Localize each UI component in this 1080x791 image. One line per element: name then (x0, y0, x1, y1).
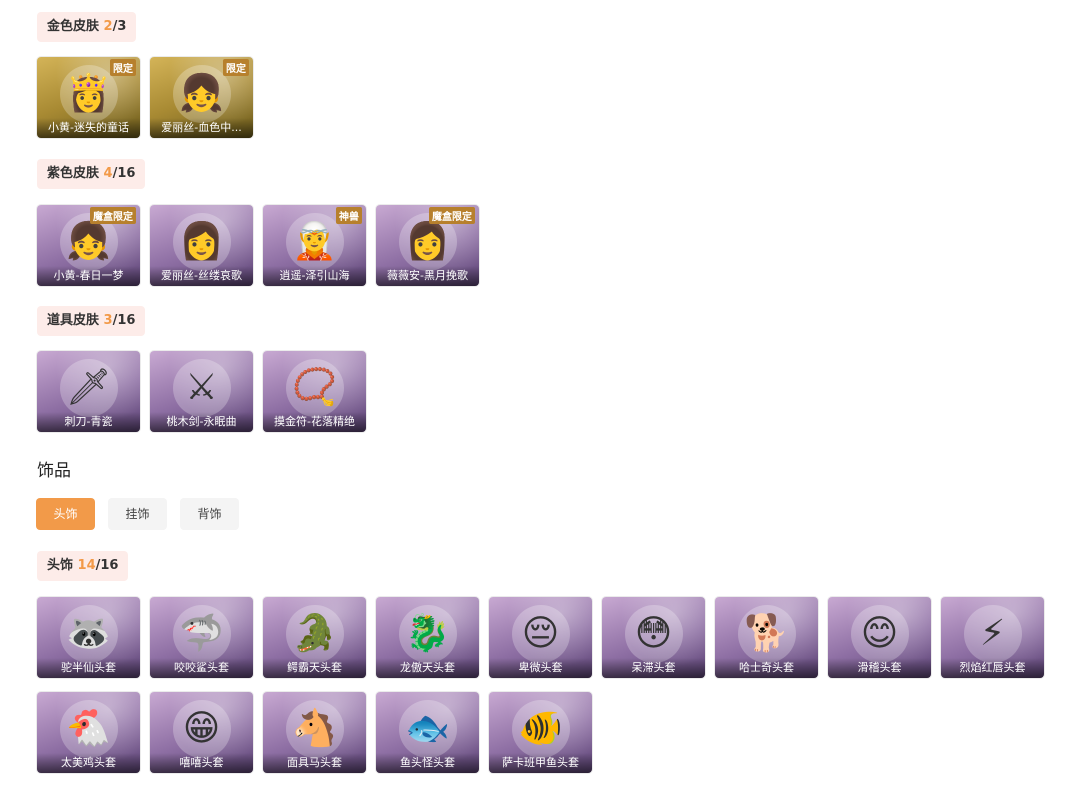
fish-head-mask-icon: 🐟 (398, 700, 457, 758)
gold-skins-grid: 👸 限定 小黄-迷失的童话 👧 限定 爱丽丝-血色中... (37, 57, 253, 138)
limited-tag: 限定 (110, 59, 136, 76)
item-name: 龙傲天头套 (376, 658, 479, 678)
husky-mask-icon: 🐕 (737, 605, 796, 663)
item-name: 哈士奇头套 (715, 658, 818, 678)
item-skin-card[interactable]: 📿 摸金符-花落精绝 (263, 351, 366, 432)
head-item-card[interactable]: 🐴 面具马头套 (263, 692, 366, 773)
item-skin-card[interactable]: ⚔ 桃木剑-永眠曲 (150, 351, 253, 432)
skin-name: 爱丽丝-血色中... (150, 118, 253, 138)
dragon-mask-icon: 🐉 (398, 605, 457, 663)
head-item-card[interactable]: 🐊 鳄霸天头套 (263, 597, 366, 678)
skin-name: 小黄-春日一梦 (37, 266, 140, 286)
head-item-card[interactable]: 😳 呆滞头套 (602, 597, 705, 678)
amulet-icon: 📿 (285, 359, 344, 417)
funny-face-mask-icon: 😊 (850, 605, 909, 663)
skin-name: 桃木剑-永眠曲 (150, 412, 253, 432)
item-skins-total: /16 (112, 313, 136, 328)
head-item-card[interactable]: 🦈 咬咬鲨头套 (150, 597, 253, 678)
gold-skin-card[interactable]: 👸 限定 小黄-迷失的童话 (37, 57, 140, 138)
dark-hair-girl-icon: 👩 (172, 213, 231, 271)
head-item-card[interactable]: 🐉 龙傲天头套 (376, 597, 479, 678)
purple-skins-total: /16 (112, 166, 136, 181)
gold-skin-card[interactable]: 👧 限定 爱丽丝-血色中... (150, 57, 253, 138)
purple-skins-header: 紫色皮肤 4/16 (37, 159, 146, 189)
box-limited-tag: 魔盒限定 (90, 207, 136, 224)
dagger-icon: 🗡 (59, 359, 118, 417)
skin-name: 摸金符-花落精绝 (263, 412, 366, 432)
raccoon-mask-icon: 🦝 (59, 605, 118, 663)
head-item-card[interactable]: 🐠 萨卡班甲鱼头套 (489, 692, 592, 773)
head-item-card[interactable]: 🦝 驼半仙头套 (37, 597, 140, 678)
sad-face-mask-icon: 😔 (511, 605, 570, 663)
head-items-header: 头饰 14/16 (37, 551, 129, 581)
item-name: 鱼头怪头套 (376, 753, 479, 773)
crocodile-mask-icon: 🐊 (285, 605, 344, 663)
purple-skins-grid: 👧 魔盒限定 小黄-春日一梦 👩 爱丽丝-丝缕哀歌 🧝 神兽 逍遥-泽引山海 👩… (37, 205, 479, 286)
accessories-title: 饰品 (37, 461, 71, 481)
head-item-card[interactable]: 🐔 太美鸡头套 (37, 692, 140, 773)
item-skins-owned: 3 (103, 313, 113, 328)
princess-pink-hair-icon: 👸 (59, 65, 118, 123)
sword-icon: ⚔ (172, 359, 231, 417)
head-item-card[interactable]: 😁 嘻嘻头套 (150, 692, 253, 773)
head-item-card[interactable]: ⚡ 烈焰红唇头套 (941, 597, 1044, 678)
horse-mask-icon: 🐴 (285, 700, 344, 758)
shark-mask-icon: 🦈 (172, 605, 231, 663)
head-item-card[interactable]: 😊 滑稽头套 (828, 597, 931, 678)
head-item-card[interactable]: 🐟 鱼头怪头套 (376, 692, 479, 773)
skin-name: 爱丽丝-丝缕哀歌 (150, 266, 253, 286)
purple-skin-card[interactable]: 👩 爱丽丝-丝缕哀歌 (150, 205, 253, 286)
purple-skins-owned: 4 (103, 166, 113, 181)
gold-skins-owned: 2 (103, 19, 113, 34)
item-name: 鳄霸天头套 (263, 658, 366, 678)
skin-name: 刺刀-青瓷 (37, 412, 140, 432)
gold-skins-title: 金色皮肤 (47, 19, 100, 34)
item-skins-title: 道具皮肤 (47, 313, 100, 328)
item-name: 太美鸡头套 (37, 753, 140, 773)
purple-skins-title: 紫色皮肤 (47, 166, 100, 181)
head-item-card[interactable]: 🐕 哈士奇头套 (715, 597, 818, 678)
pikachu-mask-icon: ⚡ (963, 605, 1022, 663)
tab-hanging[interactable]: 挂饰 (108, 498, 167, 530)
purple-skin-card[interactable]: 👧 魔盒限定 小黄-春日一梦 (37, 205, 140, 286)
item-skin-card[interactable]: 🗡 刺刀-青瓷 (37, 351, 140, 432)
gold-skins-header: 金色皮肤 2/3 (37, 12, 137, 42)
skin-name: 小黄-迷失的童话 (37, 118, 140, 138)
item-name: 嘻嘻头套 (150, 753, 253, 773)
item-name: 咬咬鲨头套 (150, 658, 253, 678)
item-name: 呆滞头套 (602, 658, 705, 678)
alice-red-crown-icon: 👧 (172, 65, 231, 123)
head-items-title: 头饰 (47, 558, 74, 573)
sacabambaspis-mask-icon: 🐠 (511, 700, 570, 758)
item-name: 面具马头套 (263, 753, 366, 773)
head-items-total: /16 (95, 558, 119, 573)
head-items-owned: 14 (77, 558, 96, 573)
item-name: 滑稽头套 (828, 658, 931, 678)
item-name: 驼半仙头套 (37, 658, 140, 678)
gold-skins-total: /3 (112, 19, 127, 34)
chicken-mask-icon: 🐔 (59, 700, 118, 758)
item-skins-grid: 🗡 刺刀-青瓷 ⚔ 桃木剑-永眠曲 📿 摸金符-花落精绝 (37, 351, 366, 432)
item-name: 烈焰红唇头套 (941, 658, 1044, 678)
silver-hair-boy-icon: 🧝 (285, 213, 344, 271)
item-name: 卑微头套 (489, 658, 592, 678)
head-items-grid: 🦝 驼半仙头套 🦈 咬咬鲨头套 🐊 鳄霸天头套 🐉 龙傲天头套 😔 卑微头套 😳 呆滞头套 … (37, 597, 1047, 773)
limited-tag: 限定 (223, 59, 249, 76)
dazed-face-mask-icon: 😳 (624, 605, 683, 663)
tab-back[interactable]: 背饰 (180, 498, 239, 530)
skin-name: 薇薇安-黑月挽歌 (376, 266, 479, 286)
skin-name: 逍遥-泽引山海 (263, 266, 366, 286)
item-skins-header: 道具皮肤 3/16 (37, 306, 146, 336)
purple-skin-card[interactable]: 🧝 神兽 逍遥-泽引山海 (263, 205, 366, 286)
purple-skin-card[interactable]: 👩 魔盒限定 薇薇安-黑月挽歌 (376, 205, 479, 286)
tab-head[interactable]: 头饰 (36, 498, 95, 530)
head-item-card[interactable]: 😔 卑微头套 (489, 597, 592, 678)
item-name: 萨卡班甲鱼头套 (489, 753, 592, 773)
box-limited-tag: 魔盒限定 (429, 207, 475, 224)
grin-face-mask-icon: 😁 (172, 700, 231, 758)
beast-tag: 神兽 (336, 207, 362, 224)
